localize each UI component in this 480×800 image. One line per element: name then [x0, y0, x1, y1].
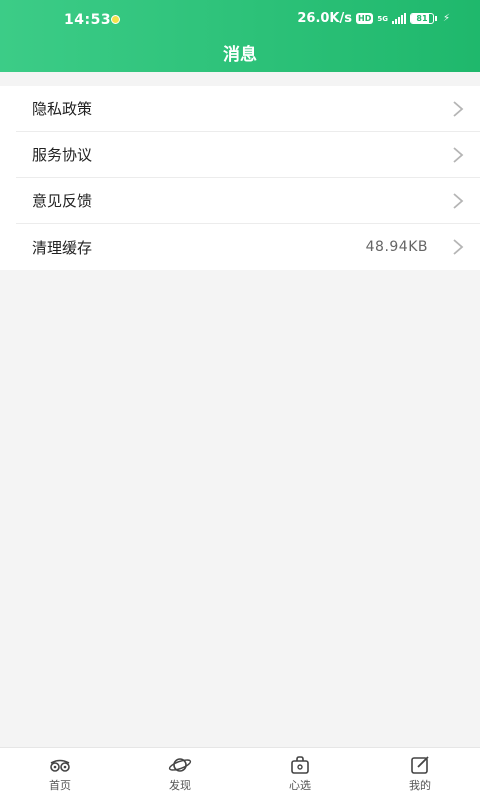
- charging-icon: ⚡: [442, 13, 450, 24]
- nav-label: 发现: [169, 779, 191, 792]
- settings-item-label: 隐私政策: [32, 100, 93, 118]
- cache-size: 48.94KB: [365, 239, 428, 255]
- chevron-right-icon: [453, 100, 464, 117]
- chevron-right-icon: [453, 239, 464, 255]
- app-header: 14:53 26.0K/s HD 5G 81 ⚡ 消息: [0, 0, 480, 72]
- nav-item-home[interactable]: 首页: [0, 748, 120, 800]
- nav-label: 首页: [49, 779, 71, 792]
- edit-profile-icon: [411, 756, 429, 774]
- signal-icon: [391, 13, 406, 24]
- battery-level: 81: [416, 14, 428, 23]
- hd-icon: HD: [356, 13, 374, 24]
- chevron-right-icon: [453, 192, 464, 209]
- nav-item-mine[interactable]: 我的: [360, 748, 480, 800]
- settings-item-privacy-policy[interactable]: 隐私政策: [16, 86, 480, 132]
- status-time: 14:53: [64, 12, 112, 28]
- home-binoculars-icon: [50, 759, 70, 772]
- settings-item-service-agreement[interactable]: 服务协议: [16, 132, 480, 178]
- chevron-right-icon: [453, 146, 464, 163]
- network-type: 5G: [377, 15, 388, 23]
- notification-dot-icon: [111, 15, 120, 24]
- bottom-nav: 首页 发现 心选 我的: [0, 747, 480, 800]
- battery-icon: 81: [409, 13, 437, 24]
- shop-bag-icon: [291, 756, 309, 774]
- settings-item-label: 清理缓存: [32, 238, 93, 257]
- settings-item-feedback[interactable]: 意见反馈: [16, 178, 480, 224]
- nav-label: 我的: [409, 779, 431, 792]
- nav-item-picks[interactable]: 心选: [240, 748, 360, 800]
- settings-list: 隐私政策 服务协议 意见反馈 清理缓存 48.94KB: [0, 86, 480, 270]
- nav-label: 心选: [289, 779, 311, 792]
- network-speed: 26.0K/s: [297, 11, 352, 26]
- discover-planet-icon: [168, 758, 192, 772]
- status-bar: 14:53 26.0K/s HD 5G 81 ⚡: [0, 0, 480, 38]
- nav-item-discover[interactable]: 发现: [120, 748, 240, 800]
- network-type-label: 5G: [377, 14, 388, 23]
- settings-item-label: 意见反馈: [32, 192, 93, 210]
- page-title: 消息: [223, 45, 257, 65]
- settings-item-label: 服务协议: [32, 146, 93, 164]
- settings-item-clear-cache[interactable]: 清理缓存 48.94KB: [16, 224, 480, 270]
- status-indicators: 26.0K/s HD 5G 81 ⚡: [297, 11, 450, 26]
